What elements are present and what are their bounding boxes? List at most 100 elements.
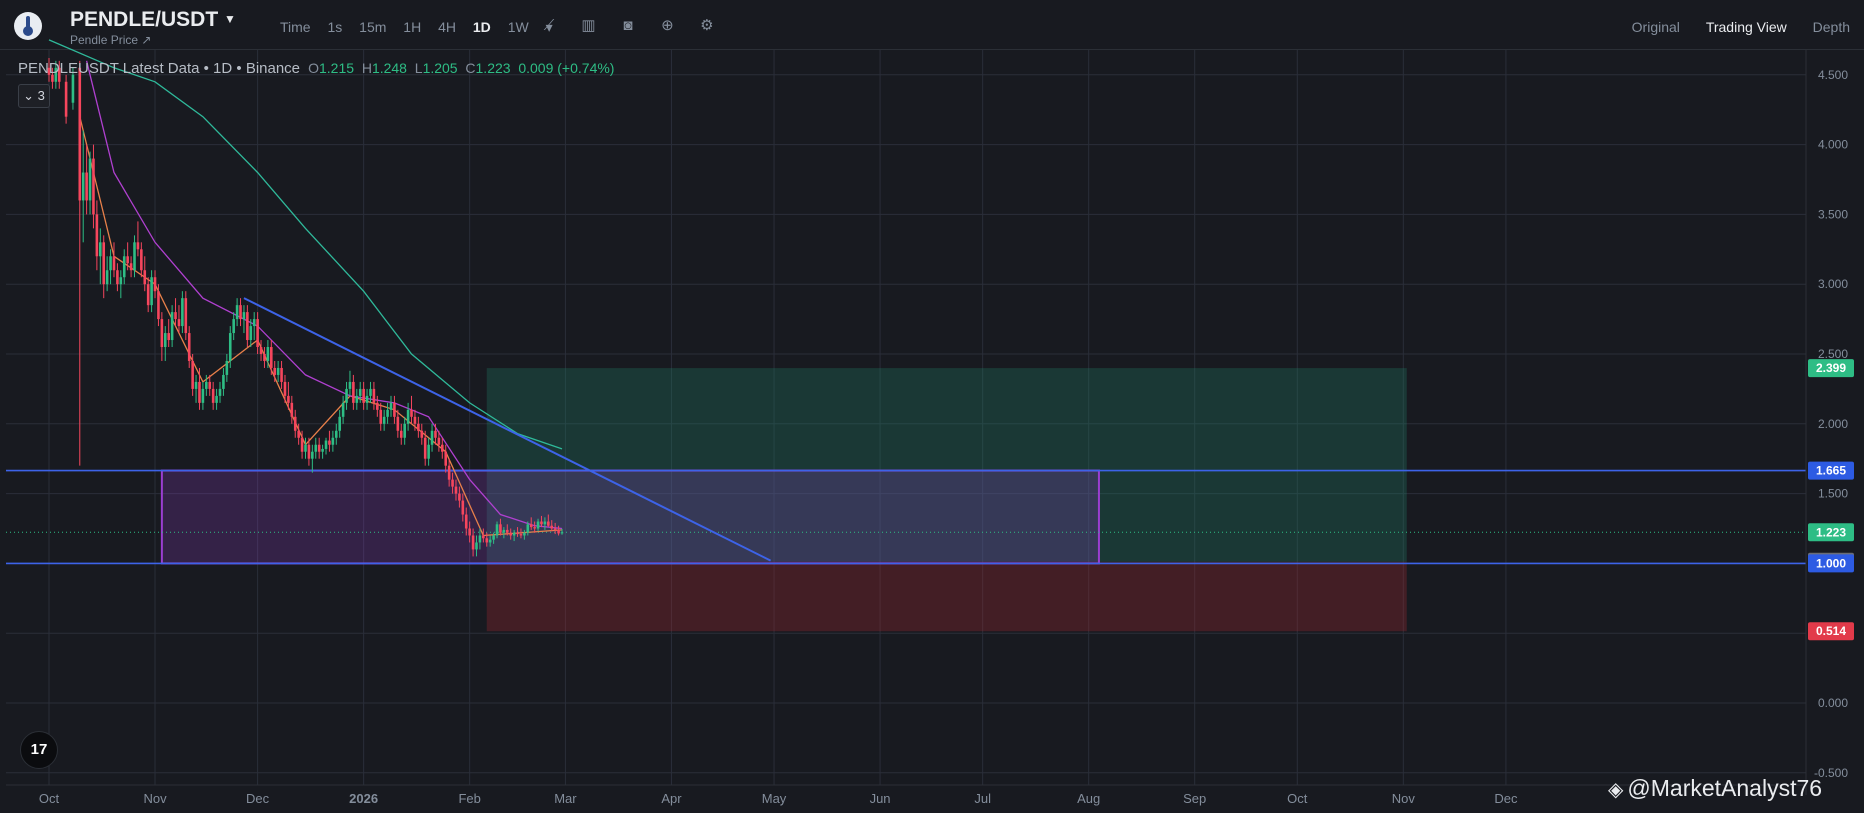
high-value: 1.248: [371, 60, 407, 76]
candle-body: [311, 451, 314, 459]
candle-body: [160, 319, 164, 348]
candle-body: [205, 381, 208, 389]
price-chart[interactable]: 4.500 4.000 3.500 3.000 2.500 2.000 1.500 1.000…: [0, 0, 1864, 813]
candle-body: [270, 347, 273, 368]
candle-body: [150, 277, 153, 306]
x-tick-label: Dec: [246, 791, 270, 806]
candle-body: [475, 542, 478, 550]
support-zone-box: [160, 469, 1100, 565]
indicator-toggle[interactable]: ⌄ 3: [18, 84, 50, 108]
ohlc-values: O1.215 H1.248 L1.205 C1.223 0.009 (+0.74…: [304, 60, 614, 76]
candle-body: [122, 256, 126, 278]
candle-body: [307, 444, 311, 459]
candle-body: [88, 158, 92, 201]
candle-body: [252, 319, 256, 327]
candle-body: [488, 539, 492, 543]
candle-body: [300, 437, 304, 452]
candle-body: [246, 312, 249, 341]
x-tick-label: Apr: [661, 791, 682, 806]
candle-body: [259, 347, 263, 354]
high-label: H: [361, 60, 372, 76]
x-tick-label: Oct: [39, 791, 60, 806]
candle-body: [328, 440, 331, 445]
moving-average-line: [48, 39, 563, 450]
candle-body: [287, 395, 290, 403]
candle-body: [198, 381, 201, 403]
candle-body: [211, 388, 215, 403]
candle-body: [71, 74, 75, 103]
x-tick-label: May: [762, 791, 787, 806]
x-tick-label: Nov: [143, 791, 167, 806]
price-badge-label: 2.399: [1816, 361, 1846, 375]
y-tick-label: 2.000: [1818, 417, 1848, 431]
time-axis: Oct Nov Dec 2026 Feb Mar Apr May Jun Jul Aug Sep Oct…: [6, 784, 1806, 806]
candle-body: [263, 354, 266, 361]
candle-body: [413, 416, 417, 424]
candle-body: [249, 326, 253, 341]
candle-body: [372, 388, 376, 403]
candle-body: [355, 395, 359, 403]
candle-body: [78, 67, 82, 201]
x-tick-label: Jun: [870, 791, 891, 806]
candle-body: [529, 524, 533, 528]
candle-body: [293, 416, 297, 431]
candle-body: [536, 521, 540, 529]
candle-body: [441, 444, 444, 452]
candle-body: [533, 527, 536, 529]
x-tick-label: Aug: [1077, 791, 1100, 806]
candle-body: [174, 312, 177, 320]
x-tick-label: 2026: [349, 791, 378, 806]
candle-body: [386, 409, 389, 417]
x-tick-label: Mar: [554, 791, 577, 806]
price-badge-label: 1.000: [1816, 556, 1846, 570]
candle-body: [485, 538, 489, 543]
candle-body: [102, 242, 106, 285]
candle-body: [519, 534, 523, 536]
candle-body: [478, 535, 482, 543]
tradingview-logo-icon[interactable]: 17: [20, 731, 58, 769]
candle-body: [232, 319, 235, 334]
candle-body: [345, 388, 348, 403]
candle-body: [119, 277, 123, 285]
candle-body: [382, 416, 386, 424]
long-position-stop-zone: [486, 561, 1407, 632]
candle-body: [95, 214, 99, 257]
candle-body: [403, 423, 406, 438]
low-label: L: [414, 60, 423, 76]
candle-body: [423, 437, 427, 459]
candle-body: [434, 430, 437, 438]
candle-body: [447, 465, 451, 480]
candle-body: [228, 333, 232, 361]
candle-body: [153, 277, 157, 292]
candle-body: [133, 242, 136, 271]
candle-body: [222, 374, 225, 389]
candle-body: [92, 158, 95, 215]
candle-body: [376, 402, 379, 410]
y-tick-label: 2.500: [1818, 347, 1848, 361]
candle-body: [516, 532, 519, 535]
candle-body: [502, 529, 506, 533]
open-value: 1.215: [318, 60, 355, 76]
candle-body: [273, 367, 277, 375]
x-tick-label: Dec: [1494, 791, 1518, 806]
candle-body: [235, 305, 239, 320]
x-tick-label: Feb: [458, 791, 480, 806]
candle-body: [170, 312, 174, 341]
candle-body: [543, 521, 547, 525]
candle-body: [317, 444, 321, 452]
x-tick-label: Oct: [1287, 791, 1308, 806]
candle-body: [464, 514, 468, 529]
chart-zones: [160, 368, 1407, 632]
open-label: O: [308, 60, 319, 76]
x-tick-label: Sep: [1183, 791, 1206, 806]
candle-body: [399, 430, 403, 438]
candle-body: [410, 409, 413, 417]
candle-body: [242, 312, 246, 320]
candle-body: [560, 532, 564, 534]
candle-body: [163, 333, 167, 348]
candle-body: [218, 388, 222, 396]
candle-body: [358, 388, 362, 396]
candle-body: [437, 437, 441, 445]
candle-body: [526, 524, 530, 533]
candle-body: [369, 388, 372, 396]
